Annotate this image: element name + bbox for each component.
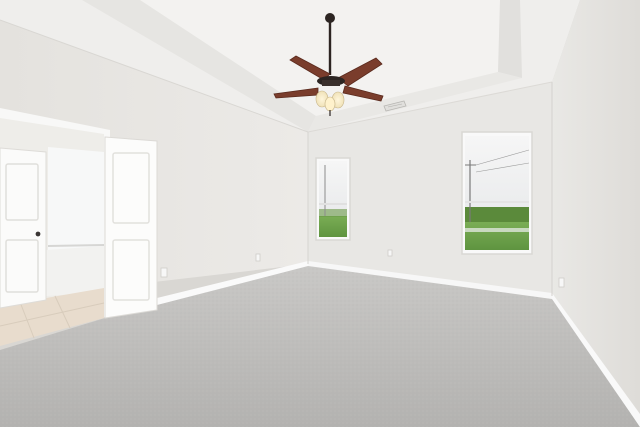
tray-ceiling-edge-right [498,0,522,78]
window-icon [461,131,533,255]
bathroom-window [48,147,104,250]
room-illustration [0,0,640,427]
outlet-icon [387,249,393,257]
door-icon[interactable] [0,147,47,309]
window-icon [315,157,351,241]
room-photo [0,0,640,427]
open-door-panel[interactable] [104,136,158,319]
outlet-icon [160,267,168,278]
outlet-icon [255,253,261,262]
bathroom-tub [46,246,104,296]
outlet-icon [558,277,565,288]
